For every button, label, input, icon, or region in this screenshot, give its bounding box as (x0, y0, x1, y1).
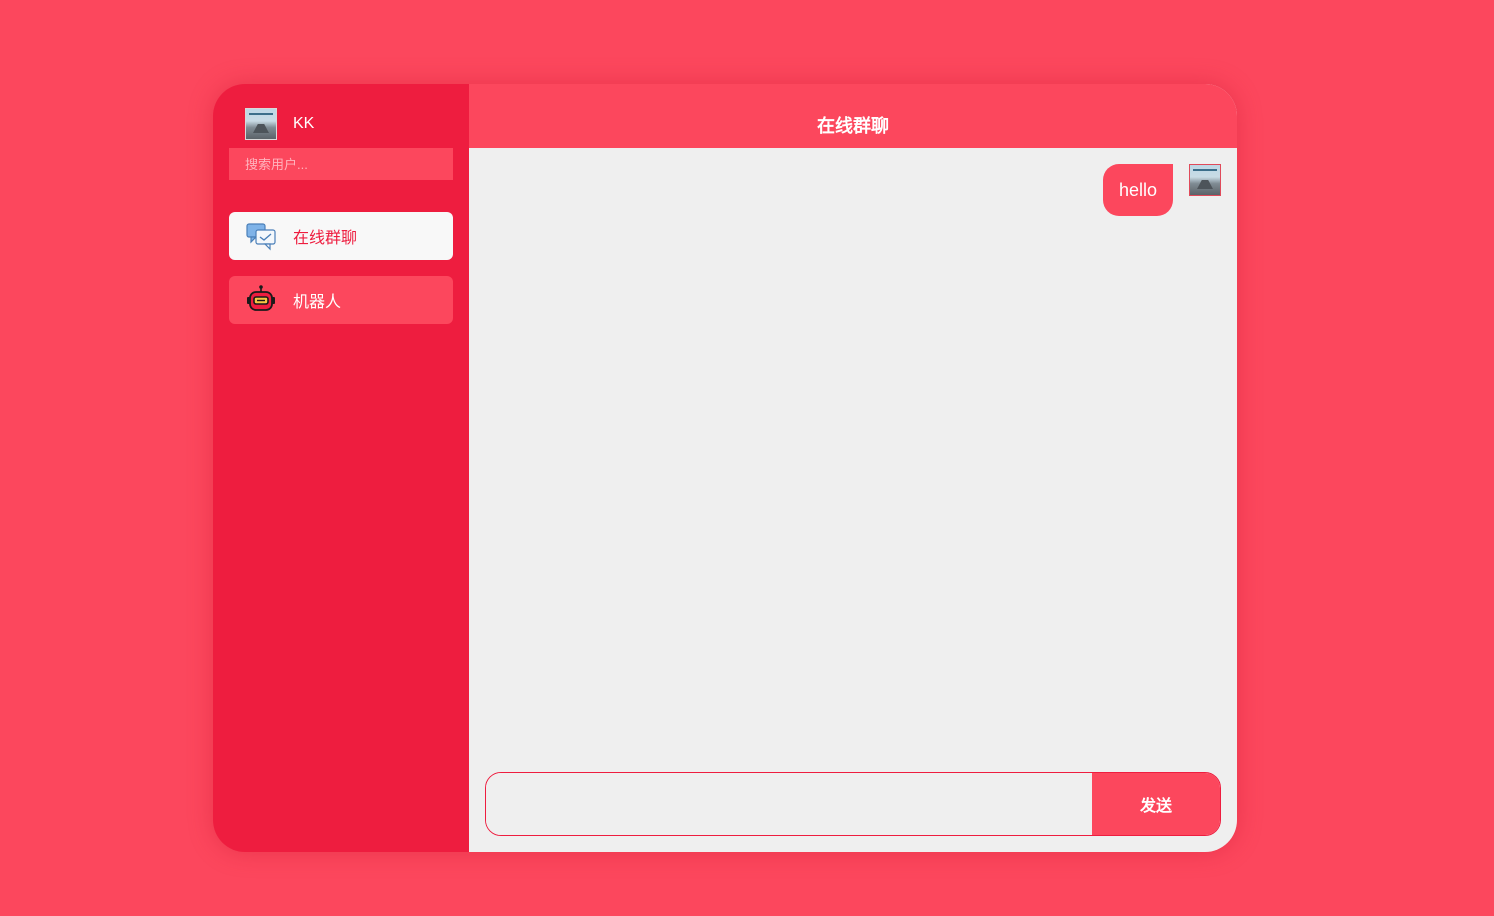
message-input[interactable] (486, 773, 1092, 835)
message-item: hello (1102, 164, 1221, 216)
nav-item-group-chat[interactable]: 在线群聊 (229, 212, 453, 260)
send-button[interactable]: 发送 (1092, 773, 1220, 835)
nav-item-robot[interactable]: 机器人 (229, 276, 453, 324)
chat-header: 在线群聊 (469, 84, 1237, 148)
sender-avatar[interactable] (1189, 164, 1221, 196)
search-user-input[interactable] (229, 148, 453, 180)
chat-title: 在线群聊 (817, 116, 889, 136)
current-user: KK (229, 100, 453, 148)
username: KK (293, 115, 315, 132)
message-composer: 发送 (485, 772, 1221, 836)
sidebar: KK 在线群聊 (213, 84, 469, 852)
nav-item-label: 机器人 (293, 294, 342, 311)
conversation-list: 在线群聊 机器人 (229, 212, 453, 324)
user-avatar[interactable] (245, 108, 277, 140)
chat-app-window: KK 在线群聊 (213, 84, 1237, 852)
message-list: hello (469, 148, 1237, 852)
chat-panel: 在线群聊 hello 发送 (469, 84, 1237, 852)
robot-icon (245, 284, 277, 316)
message-bubble: hello (1102, 164, 1173, 216)
nav-item-label: 在线群聊 (293, 230, 358, 247)
group-chat-icon (245, 220, 277, 252)
